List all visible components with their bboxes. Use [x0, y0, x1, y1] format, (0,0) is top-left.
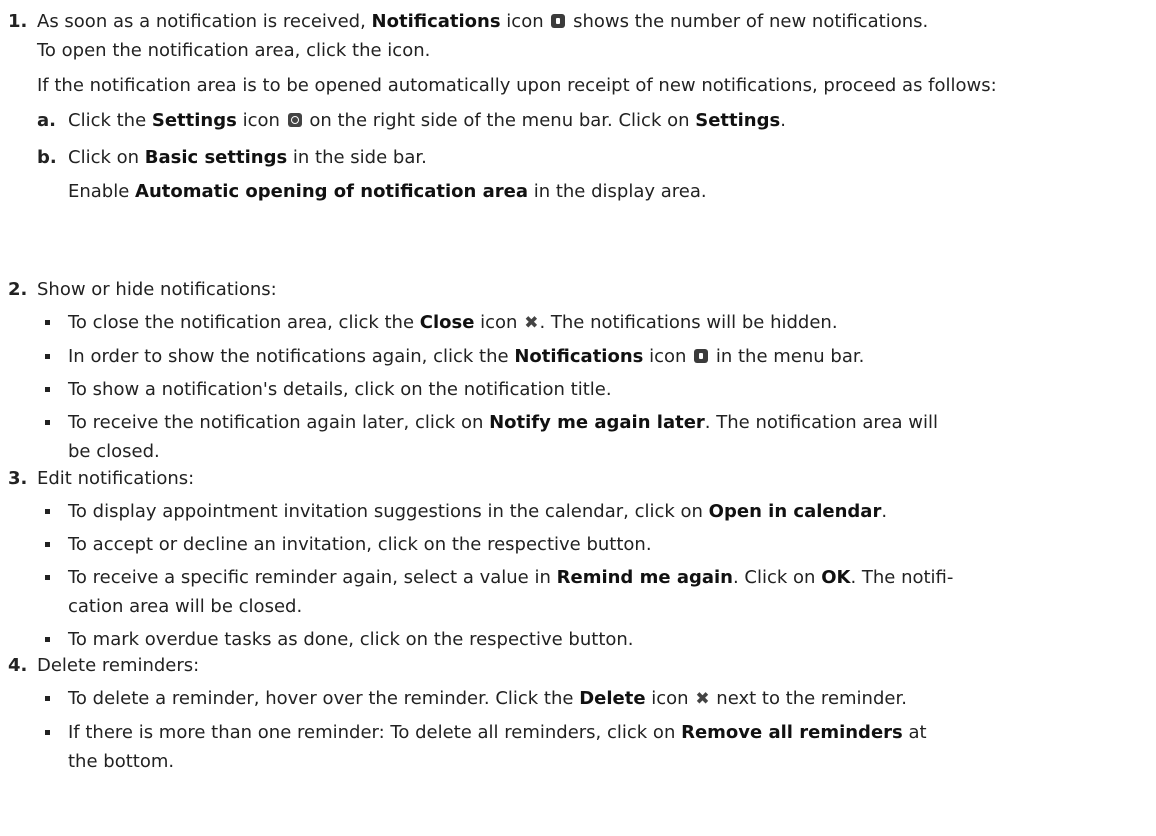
notification-badge-icon — [694, 349, 709, 363]
step-3-intro: Edit notifications: — [37, 468, 195, 489]
step-4-bullets: To delete a reminder, hover over the rem… — [37, 684, 1156, 776]
list-item: To close the notification area, click th… — [37, 308, 1156, 338]
list-item: To accept or decline an invitation, clic… — [37, 530, 1156, 559]
close-x-icon: ✖ — [524, 313, 539, 333]
list-item: To receive the notification again later,… — [37, 408, 1156, 466]
step-3-bullets: To display appointment invitation sugges… — [37, 497, 1156, 654]
step-1: 1. As soon as a notification is received… — [0, 7, 1156, 206]
step-1-paragraph-2: If the notification area is to be opened… — [37, 75, 997, 96]
step-1b: b. Click on Basic settings in the side b… — [37, 147, 707, 202]
list-item: If there is more than one reminder: To d… — [37, 718, 1156, 776]
step-3: 3. Edit notifications: To display appoin… — [0, 464, 1156, 654]
delete-x-icon: ✖ — [695, 689, 710, 709]
list-item: To show a notification's details, click … — [37, 375, 1156, 404]
step-4-intro: Delete reminders: — [37, 655, 200, 676]
step-2-intro: Show or hide notifications: — [37, 279, 277, 300]
notification-badge-icon — [551, 14, 566, 28]
step-number: 1. — [8, 11, 28, 32]
step-2-bullets: To close the notification area, click th… — [37, 308, 1156, 466]
step-4: 4. Delete reminders: To delete a reminde… — [0, 651, 1156, 776]
step-1-paragraph-1: As soon as a notification is received, N… — [37, 11, 929, 61]
list-item: To delete a reminder, hover over the rem… — [37, 684, 1156, 714]
list-item: In order to show the notifications again… — [37, 342, 1156, 371]
gear-icon — [287, 113, 302, 127]
list-item: To mark overdue tasks as done, click on … — [37, 625, 1156, 654]
list-item: To receive a specific reminder again, se… — [37, 563, 1156, 621]
step-1a: a. Click the Settings icon on the right … — [37, 110, 786, 131]
instructions-page: 1. As soon as a notification is received… — [0, 0, 1156, 836]
list-item: To display appointment invitation sugges… — [37, 497, 1156, 526]
step-2: 2. Show or hide notifications: To close … — [0, 275, 1156, 466]
